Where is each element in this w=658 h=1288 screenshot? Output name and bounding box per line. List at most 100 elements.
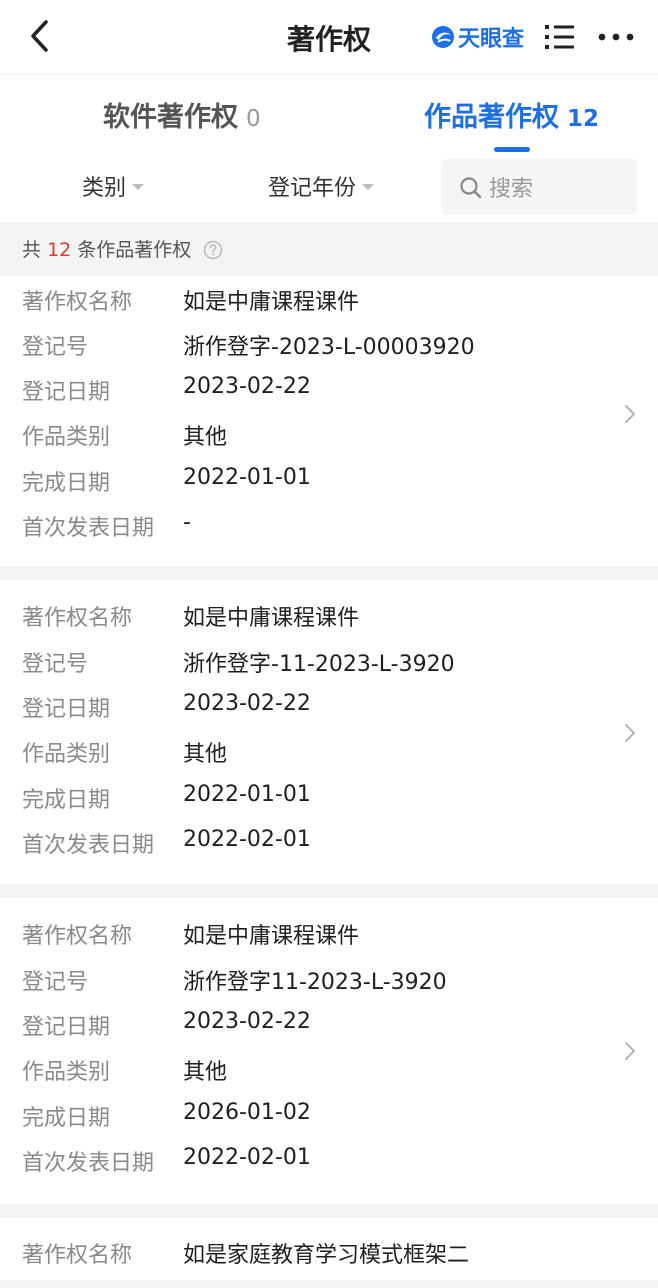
record-row-reg-no: 登记号 浙作登字11-2023-L-3920 xyxy=(0,964,600,1000)
first-publish-date: 2022-02-01 xyxy=(183,827,311,852)
field-label: 登记号 xyxy=(22,652,89,677)
registration-date: 2023-02-22 xyxy=(183,1009,311,1034)
field-label: 登记日期 xyxy=(22,697,111,722)
card-separator xyxy=(0,566,658,580)
field-label: 登记号 xyxy=(22,970,89,995)
record-row-name: 著作权名称 如是家庭教育学习模式框架二 xyxy=(0,1237,600,1273)
caret-down-icon xyxy=(362,184,375,190)
copyright-name: 如是家庭教育学习模式框架二 xyxy=(183,1243,470,1268)
field-label: 作品类别 xyxy=(22,742,111,767)
copyright-name: 如是中庸课程课件 xyxy=(183,924,360,949)
field-label: 作品类别 xyxy=(22,1060,111,1085)
active-tab-indicator xyxy=(494,147,530,152)
tab-works-copyright[interactable]: 作品著作权 12 xyxy=(424,95,599,134)
copyright-name: 如是中庸课程课件 xyxy=(183,606,360,631)
field-label: 著作权名称 xyxy=(22,290,133,315)
copyright-record-card[interactable]: 著作权名称 如是中庸课程课件 登记号 浙作登字-2023-L-00003920 … xyxy=(0,276,658,566)
field-label: 登记日期 xyxy=(22,380,111,405)
record-row-reg-no: 登记号 浙作登字-11-2023-L-3920 xyxy=(0,646,600,682)
field-label: 作品类别 xyxy=(22,425,111,450)
chevron-right-icon xyxy=(625,405,635,423)
summary-suffix: 条作品著作权 xyxy=(77,239,192,261)
record-row-category: 作品类别 其他 xyxy=(0,1054,600,1090)
record-row-category: 作品类别 其他 xyxy=(0,736,600,772)
summary-count: 12 xyxy=(47,239,72,261)
tab-count: 12 xyxy=(567,106,600,132)
completion-date: 2022-01-01 xyxy=(183,465,311,490)
copyright-record-card[interactable]: 著作权名称 如是中庸课程课件 登记号 浙作登字11-2023-L-3920 登记… xyxy=(0,898,658,1204)
tianyancha-logo-icon xyxy=(432,26,454,48)
record-row-done-date: 完成日期 2026-01-02 xyxy=(0,1100,600,1136)
top-nav-bar: 著作权 天眼查 xyxy=(0,0,658,74)
field-label: 著作权名称 xyxy=(22,924,133,949)
more-dots-icon xyxy=(598,33,634,41)
question-circle-icon xyxy=(204,240,223,260)
registration-number: 浙作登字-11-2023-L-3920 xyxy=(183,652,455,677)
card-separator xyxy=(0,884,658,898)
list-icon xyxy=(545,25,574,49)
record-row-done-date: 完成日期 2022-01-01 xyxy=(0,782,600,818)
first-publish-date: - xyxy=(183,510,191,535)
list-menu-button[interactable] xyxy=(542,20,578,54)
completion-date: 2022-01-01 xyxy=(183,782,311,807)
chevron-right-icon xyxy=(625,724,635,742)
brand-text: 天眼查 xyxy=(458,27,525,52)
record-row-category: 作品类别 其他 xyxy=(0,419,600,455)
record-row-publish-date: 首次发表日期 - xyxy=(0,510,600,546)
year-filter-dropdown[interactable]: 登记年份 xyxy=(268,170,375,202)
field-label: 首次发表日期 xyxy=(22,833,155,858)
record-row-publish-date: 首次发表日期 2022-02-01 xyxy=(0,1145,600,1181)
search-input[interactable]: 搜索 xyxy=(441,159,637,215)
record-row-done-date: 完成日期 2022-01-01 xyxy=(0,465,600,501)
tab-label: 软件著作权 xyxy=(103,102,238,133)
back-button[interactable] xyxy=(24,16,60,56)
work-category: 其他 xyxy=(183,1060,228,1085)
card-separator xyxy=(0,1280,658,1288)
field-label: 登记号 xyxy=(22,335,89,360)
registration-number: 浙作登字11-2023-L-3920 xyxy=(183,970,447,995)
record-row-name: 著作权名称 如是中庸课程课件 xyxy=(0,284,600,320)
field-label: 登记日期 xyxy=(22,1015,111,1040)
field-label: 首次发表日期 xyxy=(22,516,155,541)
brand-logo: 天眼查 xyxy=(430,22,524,52)
record-row-name: 著作权名称 如是中庸课程课件 xyxy=(0,918,600,954)
card-separator xyxy=(0,1204,658,1218)
record-row-reg-date: 登记日期 2023-02-22 xyxy=(0,374,600,410)
filter-bar: 类别 登记年份 搜索 xyxy=(0,156,658,222)
copyright-record-card[interactable]: 著作权名称 如是家庭教育学习模式框架二 xyxy=(0,1218,658,1280)
registration-date: 2023-02-22 xyxy=(183,374,311,399)
field-label: 著作权名称 xyxy=(22,606,133,631)
completion-date: 2026-01-02 xyxy=(183,1100,311,1125)
record-row-reg-date: 登记日期 2023-02-22 xyxy=(0,1009,600,1045)
chevron-left-icon xyxy=(31,20,48,52)
summary-prefix: 共 xyxy=(22,239,42,261)
work-category: 其他 xyxy=(183,425,228,450)
copyright-record-card[interactable]: 著作权名称 如是中庸课程课件 登记号 浙作登字-11-2023-L-3920 登… xyxy=(0,580,658,884)
field-label: 著作权名称 xyxy=(22,1243,133,1268)
registration-date: 2023-02-22 xyxy=(183,691,311,716)
record-row-publish-date: 首次发表日期 2022-02-01 xyxy=(0,827,600,863)
field-label: 首次发表日期 xyxy=(22,1151,155,1176)
filter-label: 登记年份 xyxy=(268,176,357,201)
summary-text: 共 12 条作品著作权 xyxy=(22,235,223,262)
work-category: 其他 xyxy=(183,742,228,767)
more-button[interactable] xyxy=(596,26,636,48)
copyright-name: 如是中庸课程课件 xyxy=(183,290,360,315)
chevron-right-icon xyxy=(625,1042,635,1060)
page: 著作权 天眼查 软件著作权 0 作品著作权 12 类别 登记年份 搜索 共 12… xyxy=(0,0,658,1288)
record-row-reg-date: 登记日期 2023-02-22 xyxy=(0,691,600,727)
record-row-name: 著作权名称 如是中庸课程课件 xyxy=(0,600,600,636)
filter-label: 类别 xyxy=(82,176,127,201)
copyright-tabs: 软件著作权 0 作品著作权 12 xyxy=(0,74,658,157)
tab-label: 作品著作权 xyxy=(424,102,559,133)
tab-software-copyright[interactable]: 软件著作权 0 xyxy=(103,95,261,134)
field-label: 完成日期 xyxy=(22,471,111,496)
result-summary: 共 12 条作品著作权 xyxy=(0,222,658,276)
tab-count: 0 xyxy=(246,106,261,132)
category-filter-dropdown[interactable]: 类别 xyxy=(82,170,145,202)
search-icon xyxy=(460,177,482,199)
field-label: 完成日期 xyxy=(22,1106,111,1131)
field-label: 完成日期 xyxy=(22,788,111,813)
record-row-reg-no: 登记号 浙作登字-2023-L-00003920 xyxy=(0,329,600,365)
help-icon[interactable] xyxy=(203,240,223,265)
